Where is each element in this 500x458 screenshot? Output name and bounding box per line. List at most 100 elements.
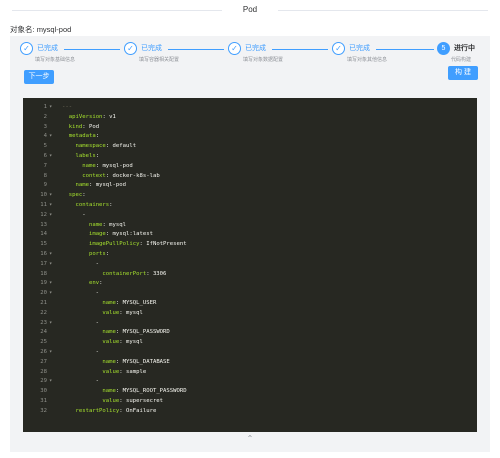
code-line: 28 value: sample bbox=[23, 367, 477, 377]
fold-toggle-icon[interactable]: ▾ bbox=[49, 190, 52, 200]
fold-toggle-icon[interactable]: ▾ bbox=[49, 102, 52, 112]
line-number: 9 bbox=[43, 182, 47, 189]
step-description: 代码构建 bbox=[451, 57, 472, 63]
line-number: 23 bbox=[40, 319, 47, 326]
code-text: name: mysql-pod bbox=[82, 162, 133, 169]
code-text: name: MYSQL_PASSWORD bbox=[102, 329, 170, 336]
step-description: 填写容器相关配置 bbox=[139, 57, 180, 63]
step-status: 已完成 bbox=[141, 45, 162, 52]
code-line: 13 name: mysql bbox=[23, 220, 477, 230]
code-line: 30 name: MYSQL_ROOT_PASSWORD bbox=[23, 386, 477, 396]
check-icon: ✓ bbox=[228, 42, 241, 55]
code-text: spec: bbox=[68, 192, 86, 199]
check-icon: ✓ bbox=[332, 42, 345, 55]
steps-bar: ✓ 已完成 填写对象基础信息 ✓ 已完成 填写容器相关配置 ✓ 已完成 填写对象… bbox=[10, 42, 490, 72]
step-number: 5 bbox=[437, 42, 450, 55]
line-number: 4 bbox=[43, 133, 47, 140]
step-status: 已完成 bbox=[349, 45, 370, 52]
line-number: 17 bbox=[40, 260, 47, 267]
code-line: 3 kind: Pod bbox=[23, 122, 477, 132]
fold-toggle-icon[interactable]: ▾ bbox=[49, 278, 52, 288]
check-icon: ✓ bbox=[20, 42, 33, 55]
code-text: apiVersion: v1 bbox=[68, 113, 116, 120]
line-number: 11 bbox=[40, 202, 47, 208]
step-connector bbox=[376, 49, 434, 50]
line-number: 3 bbox=[43, 123, 47, 130]
code-line: 11 ▾ containers: bbox=[23, 200, 477, 210]
line-number: 29 bbox=[40, 378, 47, 385]
fold-toggle-icon[interactable]: ▾ bbox=[49, 210, 52, 220]
code-line: 4 ▾ metadata: bbox=[23, 131, 477, 141]
code-text: restartPolicy: OnFailure bbox=[75, 407, 157, 414]
line-number: 16 bbox=[40, 251, 47, 257]
code-line: 14 image: mysql:latest bbox=[23, 229, 477, 239]
line-number: 13 bbox=[40, 221, 47, 228]
code-line: 20 ▾ - bbox=[23, 288, 477, 298]
line-number: 32 bbox=[40, 407, 47, 414]
fold-toggle-icon[interactable]: ▾ bbox=[49, 347, 52, 357]
code-line: 1 ▾ --- bbox=[23, 102, 477, 112]
code-text: value: supersecret bbox=[102, 398, 164, 404]
object-name: 对象名: mysql-pod bbox=[10, 24, 71, 35]
code-text: env: bbox=[88, 280, 103, 287]
code-line: 6 ▾ labels: bbox=[23, 151, 477, 161]
fold-toggle-icon[interactable]: ▾ bbox=[49, 376, 52, 386]
code-text: namespace: default bbox=[75, 143, 137, 150]
code-line: 9 name: mysql-pod bbox=[23, 180, 477, 190]
code-text: - bbox=[62, 319, 100, 326]
wizard-panel: ✓ 已完成 填写对象基础信息 ✓ 已完成 填写容器相关配置 ✓ 已完成 填写对象… bbox=[10, 36, 490, 452]
chevron-up-icon[interactable]: ⌃ bbox=[10, 432, 490, 446]
code-line: 23 ▾ - bbox=[23, 318, 477, 328]
object-name-value: mysql-pod bbox=[36, 25, 72, 34]
fold-toggle-icon[interactable]: ▾ bbox=[49, 200, 52, 210]
line-number: 15 bbox=[40, 241, 47, 248]
code-text: value: sample bbox=[102, 368, 147, 375]
code-line: 10 ▾ spec: bbox=[23, 190, 477, 200]
code-text: containers: bbox=[75, 202, 113, 208]
code-text: metadata: bbox=[68, 133, 100, 140]
fold-toggle-icon[interactable]: ▾ bbox=[49, 131, 52, 141]
fold-toggle-icon[interactable]: ▾ bbox=[49, 259, 52, 269]
code-line: 5 namespace: default bbox=[23, 141, 477, 151]
line-number: 19 bbox=[40, 280, 47, 287]
fold-toggle-icon[interactable]: ▾ bbox=[49, 318, 52, 328]
step-description: 填写对象其他信息 bbox=[347, 57, 388, 63]
line-number: 26 bbox=[40, 349, 47, 355]
code-text: --- bbox=[62, 104, 73, 110]
code-line: 21 name: MYSQL_USER bbox=[23, 298, 477, 308]
code-line: 2 apiVersion: v1 bbox=[23, 112, 477, 122]
line-number: 24 bbox=[40, 329, 47, 336]
step-description: 填写对象基础信息 bbox=[35, 57, 76, 63]
line-number: 5 bbox=[43, 143, 47, 150]
build-button[interactable]: 构 建 bbox=[448, 66, 478, 80]
line-number: 28 bbox=[40, 368, 47, 375]
code-line: 17 ▾ - bbox=[23, 259, 477, 269]
fold-toggle-icon[interactable]: ▾ bbox=[49, 249, 52, 259]
step-status: 进行中 bbox=[454, 45, 475, 52]
step-status: 已完成 bbox=[245, 45, 266, 52]
object-name-label: 对象名: bbox=[10, 25, 35, 34]
fold-toggle-icon[interactable]: ▾ bbox=[49, 288, 52, 298]
line-number: 6 bbox=[43, 153, 47, 159]
code-text: - bbox=[62, 378, 100, 385]
code-text: value: mysql bbox=[102, 339, 143, 346]
code-line: 29 ▾ - bbox=[23, 376, 477, 386]
code-line: 18 containerPort: 3306 bbox=[23, 269, 477, 279]
code-text: kind: Pod bbox=[68, 123, 100, 130]
line-number: 14 bbox=[40, 231, 47, 238]
line-number: 21 bbox=[40, 300, 47, 306]
code-line: 16 ▾ ports: bbox=[23, 249, 477, 259]
line-number: 8 bbox=[43, 172, 47, 179]
code-line: 7 name: mysql-pod bbox=[23, 161, 477, 171]
code-text: value: mysql bbox=[102, 309, 143, 316]
line-number: 7 bbox=[43, 162, 47, 169]
step-description: 填写对象数据配置 bbox=[243, 57, 284, 63]
yaml-code-editor[interactable]: 1 ▾ --- 2 apiVersion: v1 3 kind: Pod 4 ▾ metad… bbox=[23, 98, 477, 432]
code-line: 22 value: mysql bbox=[23, 308, 477, 318]
line-number: 2 bbox=[43, 113, 47, 120]
fold-toggle-icon[interactable]: ▾ bbox=[49, 151, 52, 161]
step-status: 已完成 bbox=[37, 45, 58, 52]
next-step-button[interactable]: 下一步 bbox=[24, 70, 54, 84]
code-line: 26 ▾ - bbox=[23, 347, 477, 357]
code-line: 24 name: MYSQL_PASSWORD bbox=[23, 327, 477, 337]
